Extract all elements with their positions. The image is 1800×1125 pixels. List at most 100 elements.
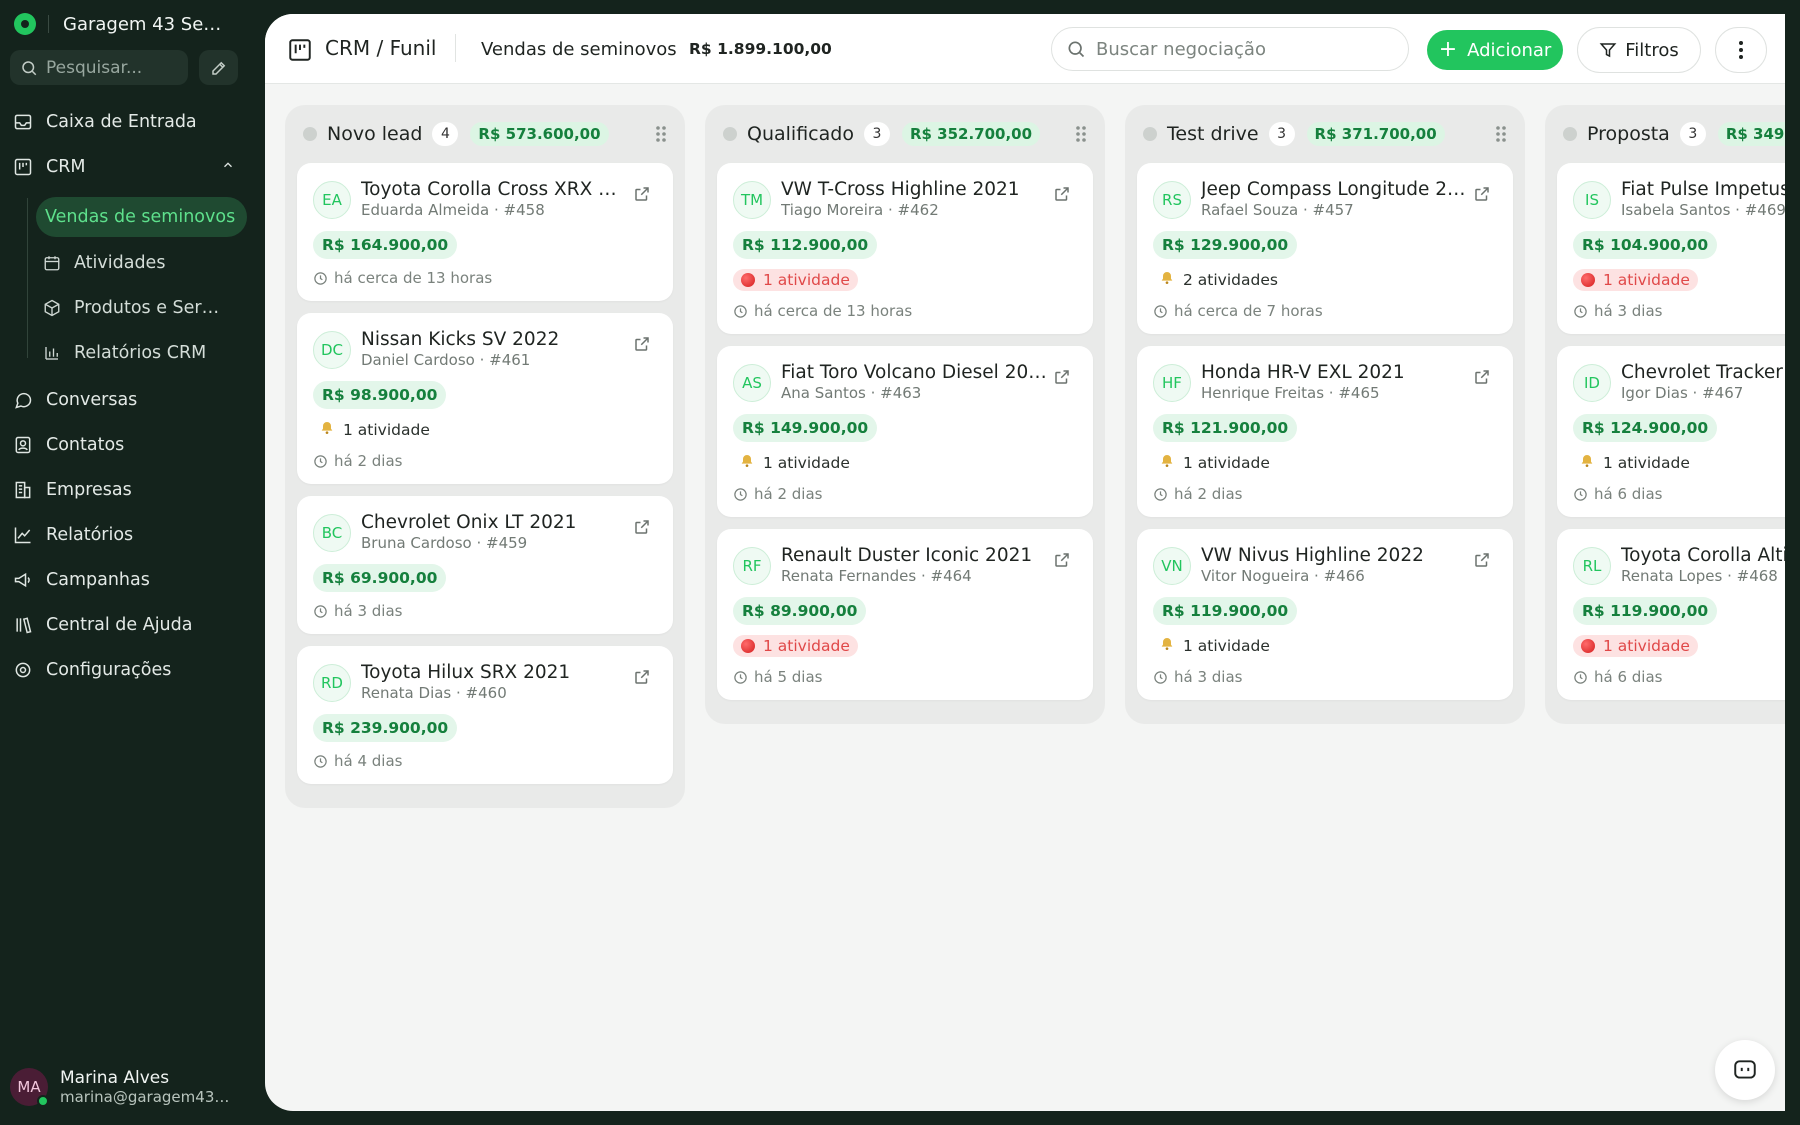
activity-indicator[interactable]: 1 atividade xyxy=(733,268,1077,292)
deal-card[interactable]: ID Chevrolet Tracker Premier 2021 Igor D… xyxy=(1557,346,1785,517)
open-external-icon[interactable] xyxy=(633,185,651,207)
open-external-icon[interactable] xyxy=(1473,368,1491,390)
deal-title: Honda HR-V EXL 2021 xyxy=(1201,362,1405,383)
filters-button[interactable]: Filtros xyxy=(1577,27,1701,73)
open-external-icon[interactable] xyxy=(1473,551,1491,573)
open-external-icon[interactable] xyxy=(633,668,651,690)
overdue-dot-icon xyxy=(741,273,755,287)
overdue-dot-icon xyxy=(741,639,755,653)
deal-value-badge: R$ 119.900,00 xyxy=(1153,597,1298,625)
deal-title: Fiat Toro Volcano Diesel 2022 xyxy=(781,362,1047,383)
activity-indicator[interactable]: 1 atividade xyxy=(313,418,657,442)
deal-contact: Renata Dias · #460 xyxy=(361,684,507,702)
open-external-icon[interactable] xyxy=(1473,185,1491,207)
deal-timestamp: há 6 dias xyxy=(1573,485,1785,503)
open-external-icon[interactable] xyxy=(1053,368,1071,390)
contact-avatar: BC xyxy=(313,514,351,552)
sidebar-item-configuracoes[interactable]: Configurações xyxy=(12,654,171,686)
deal-card[interactable]: RL Toyota Corolla Altis 2021 Renata Lope… xyxy=(1557,529,1785,700)
deal-title: Chevrolet Tracker Premier 2021 xyxy=(1621,362,1785,383)
workspace-switcher[interactable]: Garagem 43 Seminovos xyxy=(14,10,231,38)
search-icon xyxy=(22,60,37,75)
sidebar-search-input[interactable] xyxy=(46,57,176,78)
deal-contact: Vitor Nogueira · #466 xyxy=(1201,567,1365,585)
column-total-value: R$ 371.700,00 xyxy=(1306,122,1445,146)
deal-value-badge: R$ 89.900,00 xyxy=(733,597,867,625)
column-count-badge: 3 xyxy=(863,122,890,146)
activity-indicator[interactable]: 1 atividade xyxy=(1573,634,1785,658)
stage-color-dot xyxy=(723,127,737,141)
sidebar-item-campanhas[interactable]: Campanhas xyxy=(12,564,150,596)
box-icon xyxy=(42,299,62,317)
open-external-icon[interactable] xyxy=(633,335,651,357)
drag-handle-icon[interactable] xyxy=(655,125,667,147)
deal-time-text: há 4 dias xyxy=(334,752,403,770)
deal-card[interactable]: BC Chevrolet Onix LT 2021 Bruna Cardoso … xyxy=(297,496,673,634)
deal-card[interactable]: RD Toyota Hilux SRX 2021 Renata Dias · #… xyxy=(297,646,673,784)
contact-card-icon xyxy=(12,435,34,455)
activity-indicator[interactable]: 1 atividade xyxy=(1153,634,1497,658)
more-options-button[interactable] xyxy=(1715,27,1767,73)
deal-card[interactable]: HF Honda HR-V EXL 2021 Henrique Freitas … xyxy=(1137,346,1513,517)
activity-indicator[interactable]: 1 atividade xyxy=(733,634,1077,658)
clock-icon xyxy=(1573,487,1594,502)
sidebar-item-label: Conversas xyxy=(46,390,138,410)
deal-contact: Isabela Santos · #469 xyxy=(1621,201,1785,219)
sidebar-item-inbox[interactable]: Caixa de Entrada xyxy=(12,106,197,138)
online-status-dot xyxy=(37,1095,49,1107)
sidebar-search[interactable] xyxy=(10,50,188,85)
inbox-icon xyxy=(12,112,34,132)
deal-card[interactable]: VN VW Nivus Highline 2022 Vitor Nogueira… xyxy=(1137,529,1513,700)
sidebar-subitem-atividades[interactable]: Atividades xyxy=(34,243,165,283)
activity-count: 1 atividade xyxy=(1603,637,1690,655)
sidebar-item-relatorios[interactable]: Relatórios xyxy=(12,519,133,551)
sidebar-item-crm[interactable]: CRM xyxy=(12,151,233,183)
sidebar-item-conversas[interactable]: Conversas xyxy=(12,384,137,416)
deal-timestamp: há 3 dias xyxy=(313,602,657,620)
open-external-icon[interactable] xyxy=(633,518,651,540)
deal-search-input[interactable] xyxy=(1096,38,1396,60)
divider xyxy=(48,15,49,33)
deal-card[interactable]: RS Jeep Compass Longitude 2022 Rafael So… xyxy=(1137,163,1513,334)
activity-indicator[interactable]: 1 atividade xyxy=(733,451,1077,475)
activity-indicator[interactable]: 1 atividade xyxy=(1573,451,1785,475)
sidebar-subitem-relatorios-crm[interactable]: Relatórios CRM xyxy=(34,333,206,373)
drag-handle-icon[interactable] xyxy=(1495,125,1507,147)
add-deal-button[interactable]: + Adicionar xyxy=(1427,30,1563,70)
deal-card[interactable]: RF Renault Duster Iconic 2021 Renata Fer… xyxy=(717,529,1093,700)
deal-card[interactable]: TM VW T-Cross Highline 2021 Tiago Moreir… xyxy=(717,163,1093,334)
open-external-icon[interactable] xyxy=(1053,551,1071,573)
deal-card[interactable]: IS Fiat Pulse Impetus 2022 Isabela Santo… xyxy=(1557,163,1785,334)
sidebar-subitem-produtos[interactable]: Produtos e Serviços xyxy=(34,288,244,328)
deal-contact: Ana Santos · #463 xyxy=(781,384,922,402)
sidebar-item-contatos[interactable]: Contatos xyxy=(12,429,124,461)
activity-indicator[interactable]: 1 atividade xyxy=(1573,268,1785,292)
user-profile[interactable]: MA Marina Alves marina@garagem43.digital xyxy=(10,1068,232,1107)
activity-indicator[interactable]: 2 atividades xyxy=(1153,268,1497,292)
drag-handle-icon[interactable] xyxy=(1075,125,1087,147)
sidebar-subitem-vendas-seminovos[interactable]: Vendas de seminovos xyxy=(36,197,248,237)
chevron-up-icon[interactable] xyxy=(221,157,235,177)
sidebar-item-central-ajuda[interactable]: Central de Ajuda xyxy=(12,609,192,641)
deal-card[interactable]: DC Nissan Kicks SV 2022 Daniel Cardoso ·… xyxy=(297,313,673,484)
deal-timestamp: há 3 dias xyxy=(1573,302,1785,320)
library-icon xyxy=(12,615,34,635)
activity-count: 1 atividade xyxy=(763,271,850,289)
chat-widget-icon xyxy=(1734,1060,1756,1079)
search-icon xyxy=(1068,41,1085,58)
sidebar-subitem-label: Atividades xyxy=(74,253,166,273)
pipeline-selector[interactable]: Vendas de seminovos xyxy=(481,39,677,60)
deal-timestamp: há 5 dias xyxy=(733,668,1077,686)
deal-search[interactable] xyxy=(1051,27,1409,71)
sidebar-item-empresas[interactable]: Empresas xyxy=(12,474,132,506)
submenu-guide-line xyxy=(27,198,28,358)
activity-indicator[interactable]: 1 atividade xyxy=(1153,451,1497,475)
sidebar-item-label: Configurações xyxy=(46,660,172,680)
deal-card[interactable]: AS Fiat Toro Volcano Diesel 2022 Ana San… xyxy=(717,346,1093,517)
open-external-icon[interactable] xyxy=(1053,185,1071,207)
deal-contact: Henrique Freitas · #465 xyxy=(1201,384,1380,402)
deal-card[interactable]: EA Toyota Corolla Cross XRX Hybrid 2022 … xyxy=(297,163,673,301)
workspace-name: Garagem 43 Seminovos xyxy=(63,13,231,35)
chat-support-button[interactable] xyxy=(1715,1040,1775,1100)
compose-button[interactable] xyxy=(199,50,238,85)
